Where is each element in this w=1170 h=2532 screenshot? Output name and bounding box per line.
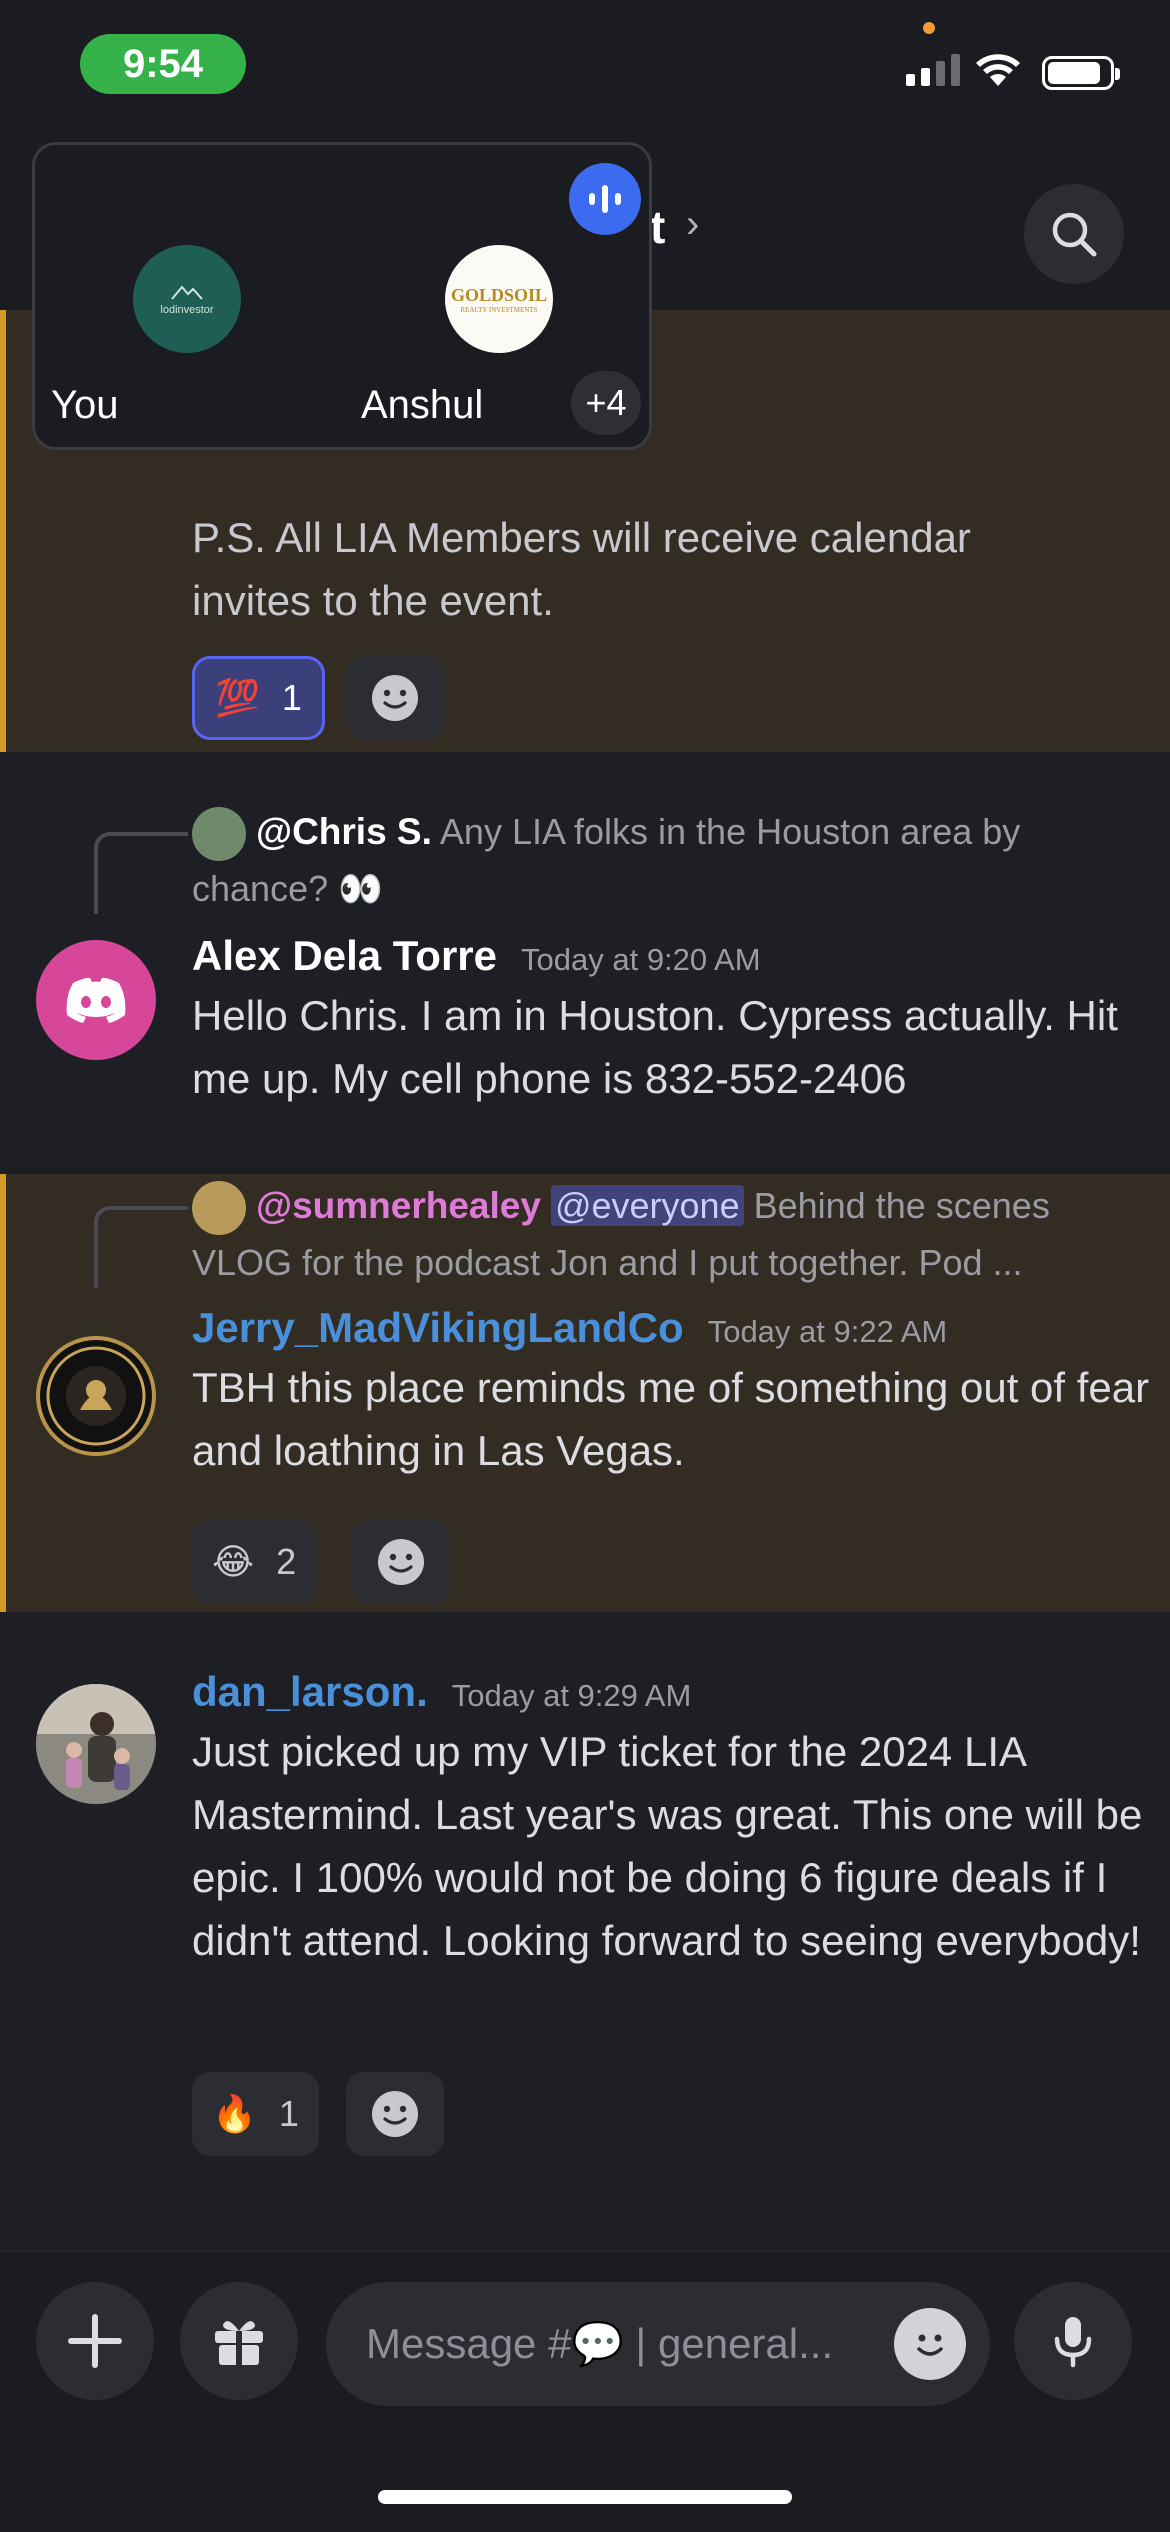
voice-activity-badge <box>569 163 641 235</box>
message-text: TBH this place reminds me of something o… <box>192 1364 1150 1474</box>
plus-icon <box>68 2314 122 2368</box>
add-reaction-button[interactable] <box>352 1520 450 1604</box>
emoji-picker-button[interactable] <box>894 2308 966 2380</box>
home-indicator[interactable] <box>378 2490 792 2504</box>
reply-connector <box>94 1206 188 1288</box>
search-icon <box>1052 212 1097 257</box>
participant-avatar: GOLDSOIL REALTY INVESTMENTS <box>445 245 553 353</box>
family-photo-avatar-icon <box>36 1684 156 1804</box>
self-avatar: lodinvestor <box>133 245 241 353</box>
sound-waves-icon <box>589 185 621 213</box>
smiley-icon <box>372 2091 418 2137</box>
message-text: Hello Chris. I am in Houston. Cypress ac… <box>192 992 1118 1102</box>
reaction-count: 1 <box>278 2093 299 2134</box>
reply-avatar <box>192 1181 246 1236</box>
mountain-logo-icon <box>171 284 203 300</box>
message-body: Jerry_MadVikingLandCo Today at 9:22 AM TB… <box>192 1304 1152 1482</box>
voice-message-button[interactable] <box>1014 2282 1132 2400</box>
wifi-icon <box>976 54 1020 86</box>
avatar[interactable] <box>36 1336 156 1456</box>
avatar[interactable] <box>36 940 156 1060</box>
mic-in-use-indicator <box>923 22 935 34</box>
smiley-icon <box>917 2334 943 2356</box>
add-attachment-button[interactable] <box>36 2282 154 2400</box>
message-text: P.S. All LIA Members will receive calend… <box>192 514 971 624</box>
reply-mention: @everyone <box>550 1185 744 1226</box>
reaction-fire[interactable]: 🔥 1 <box>192 2072 319 2156</box>
participant-avatar-logo-subtext: REALTY INVESTMENTS <box>460 305 538 314</box>
gift-button[interactable] <box>180 2282 298 2400</box>
message-item: dan_larson. Today at 9:29 AM Just picked … <box>0 1612 1170 2250</box>
discord-logo-icon <box>66 977 126 1023</box>
smiley-icon <box>372 675 418 721</box>
add-reaction-button[interactable] <box>346 2072 444 2156</box>
self-name: You <box>51 383 119 427</box>
message-input-container[interactable] <box>326 2282 990 2406</box>
hundred-points-emoji: 💯 <box>215 677 260 718</box>
reaction-count: 2 <box>276 1541 297 1582</box>
message-body: Alex Dela Torre Today at 9:20 AM Hello Ch… <box>192 932 1152 1110</box>
microphone-icon <box>1054 2317 1092 2368</box>
author-name[interactable]: dan_larson. <box>192 1668 428 1715</box>
self-avatar-logo-text: lodinvestor <box>160 303 214 316</box>
reply-avatar <box>192 807 246 862</box>
participant-avatar-logo-text: GOLDSOIL <box>450 284 548 305</box>
smiley-icon <box>378 1539 424 1585</box>
participant-name: Anshul <box>361 383 484 427</box>
reply-author: @Chris S. <box>256 811 432 852</box>
author-name[interactable]: Jerry_MadVikingLandCo <box>192 1304 684 1351</box>
channel-title[interactable]: t <box>650 200 665 254</box>
timestamp: Today at 9:29 AM <box>451 1678 692 1713</box>
timestamp: Today at 9:22 AM <box>707 1314 948 1349</box>
status-bar: 9:54 <box>0 0 1170 130</box>
status-time: 9:54 <box>80 34 246 94</box>
fire-emoji: 🔥 <box>212 2093 257 2134</box>
battery-icon <box>1042 56 1120 90</box>
gift-icon <box>215 2321 263 2365</box>
reply-connector <box>94 832 188 914</box>
message-item: @sumnerhealey @everyone Behind the scene… <box>0 1174 1170 1612</box>
cellular-signal-icon <box>906 54 960 86</box>
add-reaction-button[interactable] <box>346 656 444 740</box>
avatar[interactable] <box>36 1684 156 1804</box>
chevron-right-icon[interactable]: › <box>686 202 699 247</box>
reaction-count: 1 <box>281 677 302 718</box>
voice-call-overlay[interactable]: lodinvestor GOLDSOIL REALTY INVESTMENTS … <box>32 142 652 450</box>
message-text: Just picked up my VIP ticket for the 202… <box>192 1728 1143 1964</box>
reply-preview[interactable]: @Chris S. Any LIA folks in the Houston a… <box>192 804 1122 917</box>
reply-author: @sumnerhealey <box>256 1185 541 1226</box>
message-body: dan_larson. Today at 9:29 AM Just picked … <box>192 1668 1152 1972</box>
reaction-joy[interactable]: 😂 2 <box>192 1520 317 1604</box>
message-item: @Chris S. Any LIA folks in the Houston a… <box>0 752 1170 1174</box>
search-button[interactable] <box>1024 184 1124 284</box>
seal-logo-icon <box>46 1346 146 1446</box>
message-input[interactable] <box>366 2282 866 2406</box>
tears-of-joy-emoji: 😂 <box>212 1541 255 1582</box>
author-name[interactable]: Alex Dela Torre <box>192 932 497 979</box>
extra-participants-count[interactable]: +4 <box>571 371 641 435</box>
timestamp: Today at 9:20 AM <box>521 942 761 977</box>
reply-preview[interactable]: @sumnerhealey @everyone Behind the scene… <box>192 1178 1132 1290</box>
reaction-hundred[interactable]: 💯 1 <box>192 656 325 740</box>
